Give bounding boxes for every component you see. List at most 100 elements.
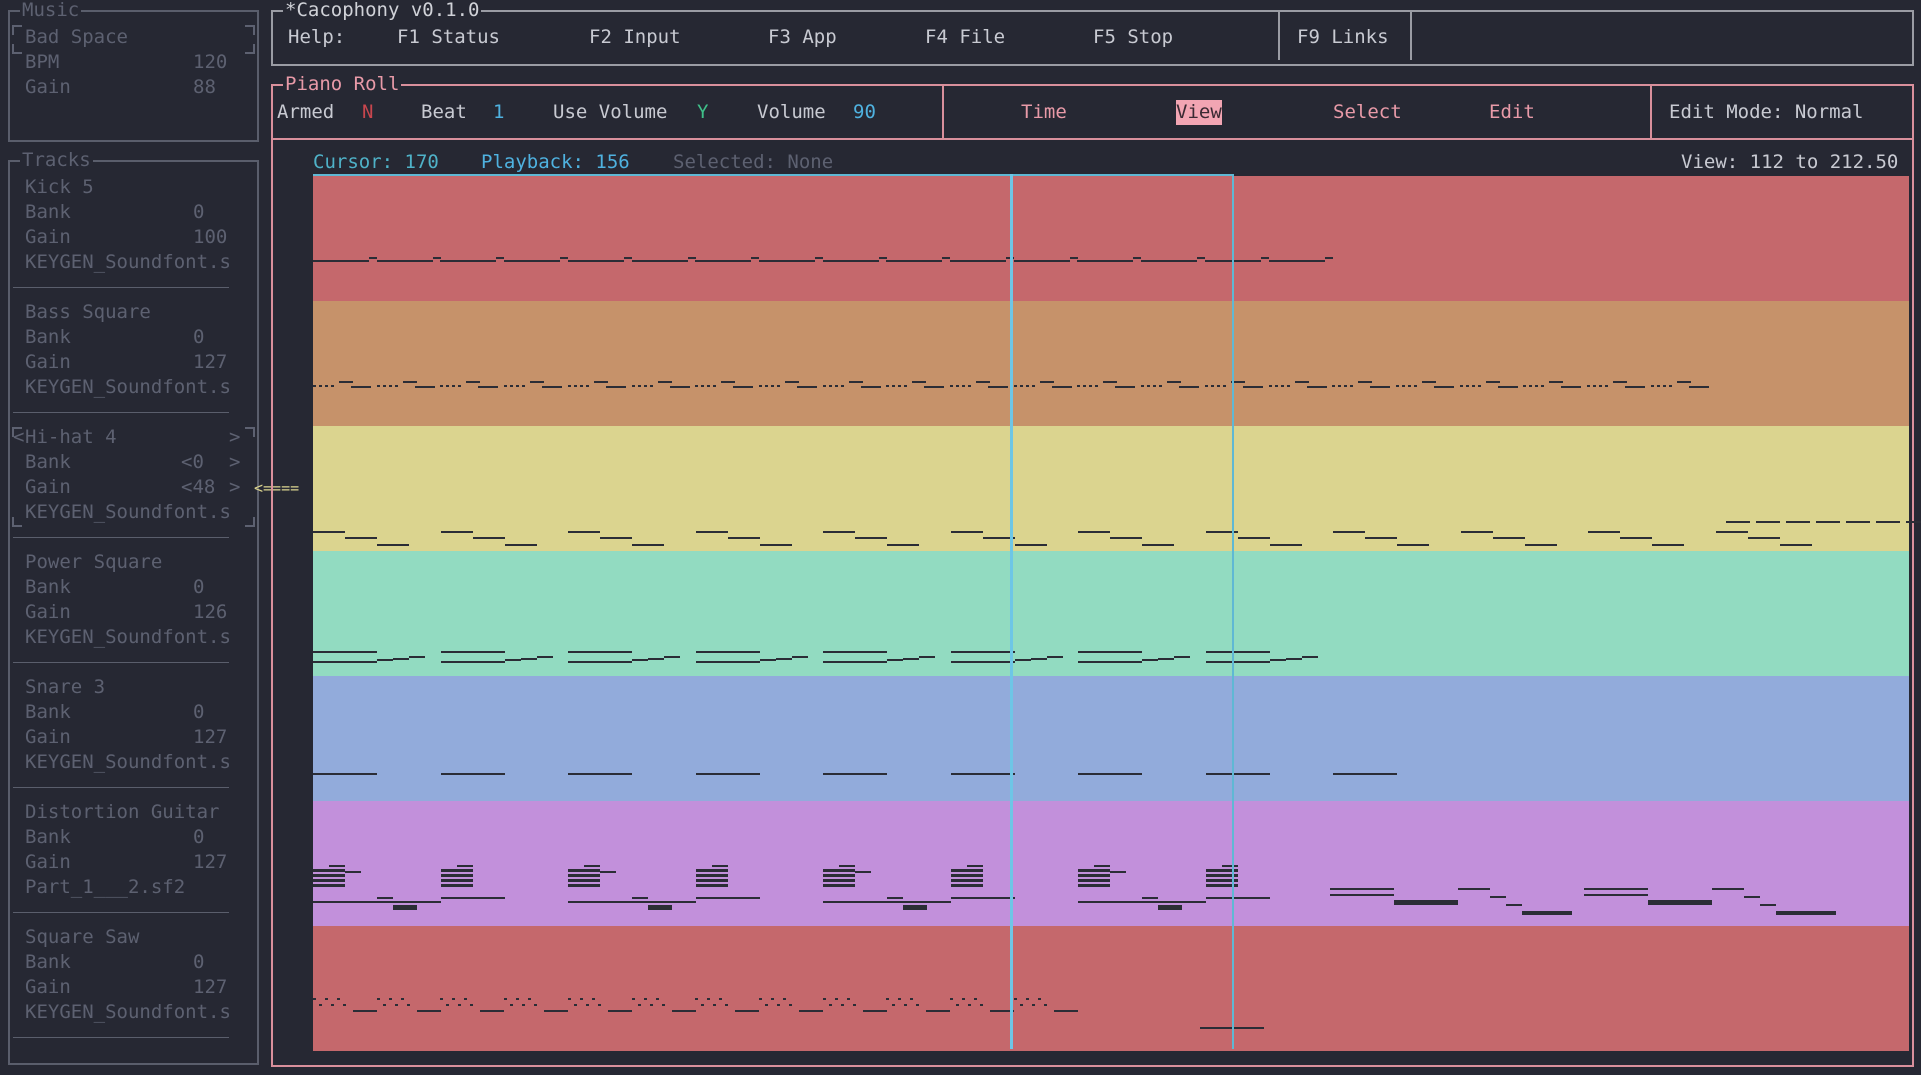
note[interactable] — [834, 998, 838, 1000]
note[interactable] — [950, 998, 953, 1000]
note[interactable] — [1529, 385, 1533, 387]
note[interactable] — [1816, 521, 1840, 523]
note[interactable] — [544, 1010, 569, 1012]
note[interactable] — [823, 901, 951, 903]
note[interactable] — [782, 998, 786, 1000]
note[interactable] — [643, 385, 647, 387]
note[interactable] — [1588, 531, 1620, 533]
note[interactable] — [1497, 386, 1518, 388]
note[interactable] — [313, 874, 345, 877]
note[interactable] — [1158, 658, 1174, 660]
note[interactable] — [910, 998, 914, 1000]
note[interactable] — [976, 381, 990, 383]
note[interactable] — [440, 385, 444, 387]
note[interactable] — [516, 385, 520, 387]
note[interactable] — [568, 879, 600, 882]
note[interactable] — [446, 385, 450, 387]
note[interactable] — [1078, 651, 1142, 653]
note[interactable] — [470, 1004, 474, 1006]
note[interactable] — [834, 385, 838, 387]
track-lane[interactable] — [313, 301, 1909, 426]
note[interactable] — [1077, 385, 1081, 387]
note[interactable] — [848, 381, 863, 383]
note[interactable] — [402, 381, 417, 383]
note[interactable] — [1332, 385, 1336, 387]
bank-value[interactable]: 0 — [193, 825, 204, 850]
note[interactable] — [695, 998, 699, 1000]
note[interactable] — [331, 1004, 334, 1006]
note[interactable] — [377, 897, 393, 899]
note[interactable] — [1069, 257, 1078, 259]
note[interactable] — [988, 386, 1008, 388]
note[interactable] — [579, 385, 583, 387]
note[interactable] — [345, 871, 361, 873]
playback-line[interactable] — [1010, 174, 1013, 1049]
note[interactable] — [568, 901, 696, 903]
note[interactable] — [522, 1004, 526, 1006]
note[interactable] — [950, 661, 1015, 663]
note[interactable] — [1153, 385, 1157, 387]
note[interactable] — [1205, 661, 1270, 663]
note[interactable] — [1330, 894, 1394, 896]
note[interactable] — [382, 1004, 386, 1006]
note[interactable] — [962, 998, 965, 1000]
help-key-f5[interactable]: F5 Stop — [1093, 25, 1173, 50]
note[interactable] — [632, 659, 648, 661]
note[interactable] — [1014, 544, 1047, 546]
note[interactable] — [671, 1010, 696, 1012]
note[interactable] — [1599, 385, 1602, 387]
note[interactable] — [1095, 385, 1099, 387]
note[interactable] — [648, 658, 664, 660]
note[interactable] — [1077, 260, 1134, 262]
note[interactable] — [343, 1004, 346, 1006]
note[interactable] — [409, 656, 425, 658]
note[interactable] — [1216, 385, 1220, 387]
note[interactable] — [1210, 385, 1214, 387]
note[interactable] — [1549, 381, 1564, 383]
track-lane[interactable] — [313, 426, 1909, 551]
note[interactable] — [1147, 385, 1151, 387]
note[interactable] — [898, 998, 902, 1000]
note[interactable] — [1506, 904, 1522, 906]
help-key-f2[interactable]: F2 Input — [589, 25, 681, 50]
note[interactable] — [648, 905, 672, 910]
note[interactable] — [1395, 385, 1399, 387]
note[interactable] — [522, 385, 526, 387]
note[interactable] — [1715, 531, 1748, 533]
note[interactable] — [776, 385, 780, 387]
note[interactable] — [649, 385, 653, 387]
bank-value[interactable]: <0 — [181, 450, 204, 475]
note[interactable] — [1477, 385, 1481, 387]
next-track-button[interactable]: > — [229, 425, 240, 450]
help-key-f3[interactable]: F3 App — [768, 25, 837, 50]
note[interactable] — [1760, 904, 1776, 906]
note[interactable] — [695, 869, 728, 872]
note[interactable] — [573, 385, 577, 387]
note[interactable] — [1274, 385, 1278, 387]
note[interactable] — [791, 656, 808, 658]
note[interactable] — [855, 871, 871, 873]
note[interactable] — [822, 260, 879, 262]
note[interactable] — [758, 998, 762, 1000]
note[interactable] — [751, 257, 760, 259]
note[interactable] — [369, 257, 377, 259]
soundfont-name[interactable]: KEYGEN_Soundfont.s — [25, 500, 231, 525]
note[interactable] — [504, 260, 561, 262]
note[interactable] — [1133, 257, 1142, 259]
note[interactable] — [452, 385, 456, 387]
note[interactable] — [823, 531, 855, 533]
note[interactable] — [643, 998, 647, 1000]
note[interactable] — [942, 257, 951, 259]
note[interactable] — [1269, 659, 1286, 661]
note[interactable] — [1222, 385, 1226, 387]
note[interactable] — [377, 544, 409, 546]
note[interactable] — [600, 871, 616, 873]
note[interactable] — [452, 998, 456, 1000]
note[interactable] — [1333, 531, 1365, 533]
note[interactable] — [904, 385, 908, 387]
note[interactable] — [839, 865, 855, 867]
soundfont-name[interactable]: KEYGEN_Soundfont.s — [25, 625, 231, 650]
note[interactable] — [1013, 998, 1017, 1000]
note[interactable] — [446, 1004, 450, 1006]
note[interactable] — [585, 385, 589, 387]
